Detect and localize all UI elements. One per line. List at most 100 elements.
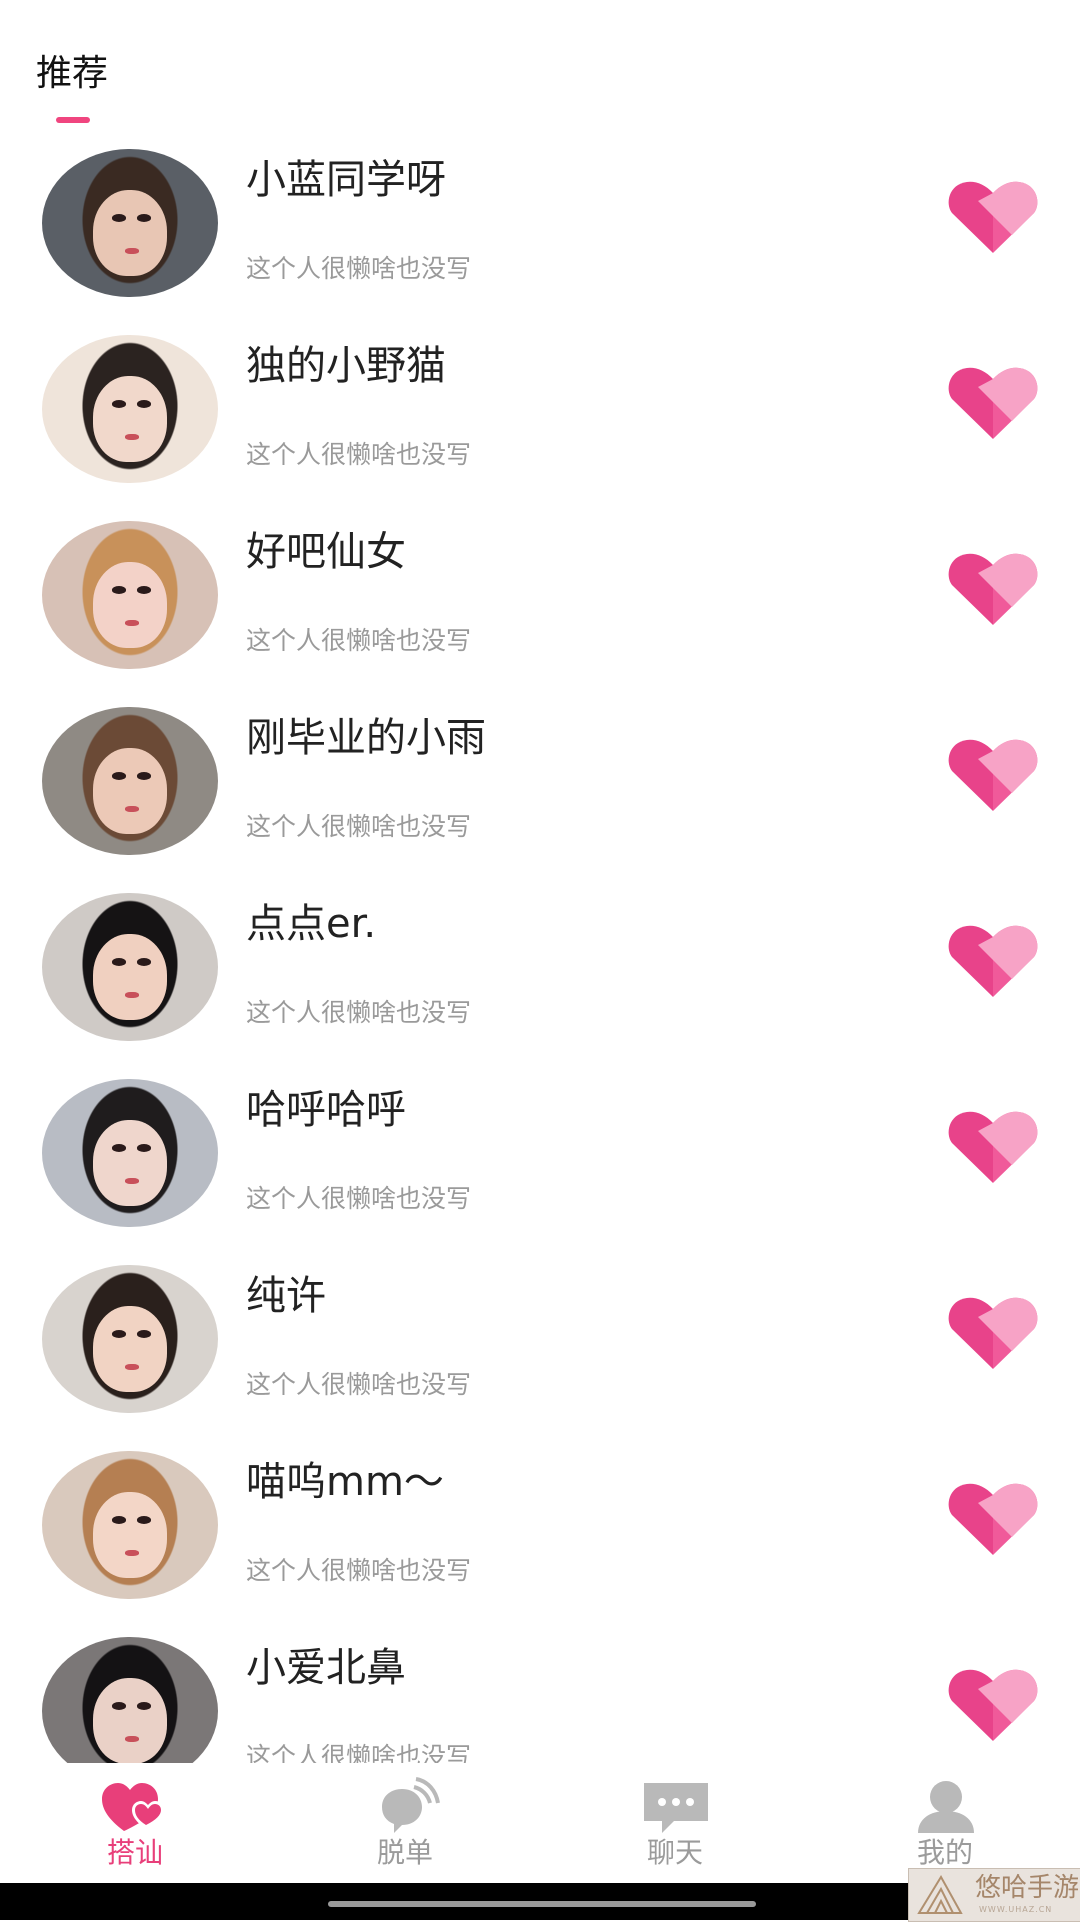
user-signature: 这个人很懒啥也没写 (246, 626, 472, 655)
watermark-logo-icon (917, 1875, 963, 1914)
user-name: 哈呼哈呼 (246, 1087, 406, 1133)
list-item[interactable]: 小爱北鼻这个人很懒啥也没写 (0, 1623, 1080, 1763)
avatar[interactable] (42, 335, 218, 483)
person-icon (918, 1781, 974, 1833)
avatar-face (93, 748, 167, 835)
avatar-eye (137, 772, 152, 780)
avatar-eye (137, 586, 152, 594)
avatar-eye (137, 1330, 152, 1338)
avatar-eye (137, 958, 152, 966)
bottom-tab-bar: 搭讪 脱单 聊天 我的 (0, 1763, 1080, 1883)
heart-icon (948, 1669, 1038, 1741)
tab-recommend[interactable]: 推荐 (36, 52, 108, 96)
avatar[interactable] (42, 1451, 218, 1599)
hearts-icon (102, 1783, 164, 1831)
avatar-face (93, 190, 167, 277)
list-item[interactable]: 小蓝同学呀这个人很懒啥也没写 (0, 135, 1080, 321)
avatar-eye (112, 1702, 127, 1710)
avatar-lips (124, 1550, 139, 1557)
avatar-eye (137, 214, 152, 222)
watermark-sub: WWW.UHAZ.CN (979, 1905, 1053, 1914)
avatar-eye (112, 1516, 127, 1524)
avatar-lips (124, 1178, 139, 1185)
heart-icon (948, 1297, 1038, 1369)
user-name: 刚毕业的小雨 (246, 715, 486, 761)
avatar[interactable] (42, 707, 218, 855)
like-button[interactable] (948, 363, 1038, 441)
like-button[interactable] (948, 921, 1038, 999)
avatar-lips (124, 620, 139, 627)
avatar[interactable] (42, 1079, 218, 1227)
tab-label: 聊天 (646, 1836, 703, 1869)
home-indicator[interactable] (328, 1901, 756, 1907)
user-signature: 这个人很懒啥也没写 (246, 1742, 472, 1763)
user-name: 小蓝同学呀 (246, 157, 446, 203)
user-name: 小爱北鼻 (246, 1645, 406, 1691)
like-button[interactable] (948, 1107, 1038, 1185)
tab-label: 脱单 (376, 1836, 433, 1869)
list-item[interactable]: 独的小野猫 这个人很懒啥也没写 (0, 321, 1080, 507)
user-signature: 这个人很懒啥也没写 (246, 998, 472, 1027)
like-button[interactable] (948, 1293, 1038, 1371)
avatar-lips (124, 248, 139, 255)
list-item[interactable]: 哈呼哈呼这个人很懒啥也没写 (0, 1065, 1080, 1251)
avatar-face (93, 1492, 167, 1579)
tab-match[interactable]: 脱单 (270, 1763, 540, 1883)
heart-icon (948, 739, 1038, 811)
tab-profile[interactable]: 我的 (810, 1763, 1080, 1883)
user-name: 好吧仙女 (246, 529, 406, 575)
avatar[interactable] (42, 1637, 218, 1763)
tab-chat-up[interactable]: 搭讪 (0, 1763, 270, 1883)
user-signature: 这个人很懒啥也没写 (246, 1370, 472, 1399)
avatar-eye (112, 1144, 127, 1152)
list-item[interactable]: 好吧仙女这个人很懒啥也没写 (0, 507, 1080, 693)
like-button[interactable] (948, 1665, 1038, 1743)
list-item[interactable]: 喵呜mm～ 这个人很懒啥也没写 (0, 1437, 1080, 1623)
avatar-face (93, 1306, 167, 1393)
avatar-face (93, 1120, 167, 1207)
avatar-face (93, 1678, 167, 1763)
tab-label: 我的 (916, 1836, 973, 1869)
heart-icon (948, 1111, 1038, 1183)
avatar-face (93, 376, 167, 463)
list-item[interactable]: 纯许这个人很懒啥也没写 (0, 1251, 1080, 1437)
avatar-eye (137, 400, 152, 408)
avatar-eye (112, 586, 127, 594)
list-item[interactable]: 刚毕业的小雨这个人很懒啥也没写 (0, 693, 1080, 879)
list-item[interactable]: 点点er. 这个人很懒啥也没写 (0, 879, 1080, 1065)
like-button[interactable] (948, 177, 1038, 255)
user-name: 点点er. (246, 901, 377, 947)
avatar-lips (124, 992, 139, 999)
avatar[interactable] (42, 893, 218, 1041)
avatar-lips (124, 1364, 139, 1371)
chat-bubble-icon (644, 1783, 708, 1833)
user-name: 纯许 (246, 1273, 326, 1319)
watermark: 悠哈手游 WWW.UHAZ.CN (908, 1868, 1080, 1922)
avatar-eye (112, 958, 127, 966)
avatar-eye (137, 1516, 152, 1524)
tab-label: 搭讪 (106, 1836, 163, 1869)
like-button[interactable] (948, 735, 1038, 813)
like-button[interactable] (948, 549, 1038, 627)
heart-icon (948, 553, 1038, 625)
header: 推荐 (0, 0, 1080, 130)
user-signature: 这个人很懒啥也没写 (246, 254, 472, 283)
avatar[interactable] (42, 1265, 218, 1413)
avatar-lips (124, 806, 139, 813)
avatar-eye (137, 1144, 152, 1152)
heart-icon (948, 367, 1038, 439)
user-signature: 这个人很懒啥也没写 (246, 1184, 472, 1213)
heart-icon (948, 925, 1038, 997)
tab-chat[interactable]: 聊天 (540, 1763, 810, 1883)
avatar-face (93, 562, 167, 649)
like-button[interactable] (948, 1479, 1038, 1557)
user-signature: 这个人很懒啥也没写 (246, 812, 472, 841)
avatar-eye (112, 1330, 127, 1338)
avatar-eye (112, 772, 127, 780)
avatar[interactable] (42, 521, 218, 669)
user-signature: 这个人很懒啥也没写 (246, 1556, 472, 1585)
avatar-lips (124, 434, 139, 441)
user-list[interactable]: 小蓝同学呀 这个人很懒啥也没写 独的小野猫 这个人很懒啥也没写 好吧仙女 这个人很懒啥也没… (0, 135, 1080, 1763)
avatar[interactable] (42, 149, 218, 297)
avatar-eye (112, 400, 127, 408)
